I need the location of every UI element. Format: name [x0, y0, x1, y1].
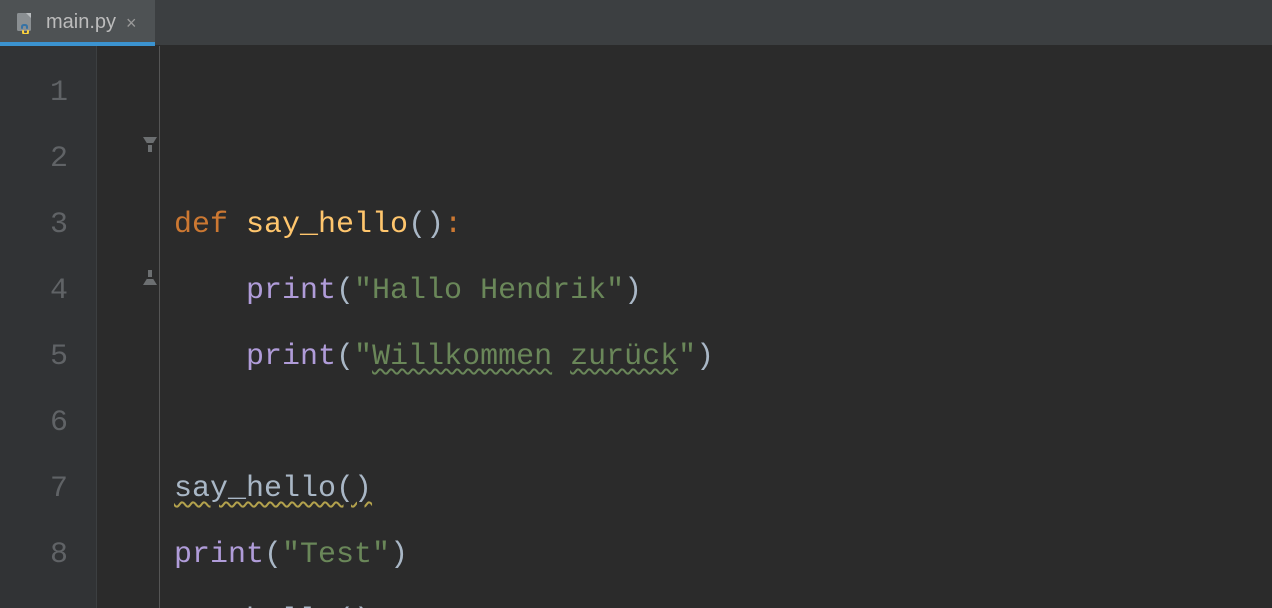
line-number-gutter: 1 2 3 4 5 6 7 8 9	[0, 46, 96, 608]
line-number: 1	[0, 60, 96, 126]
fold-end-icon[interactable]	[139, 266, 161, 288]
tab-main-py[interactable]: main.py ×	[0, 0, 155, 45]
line-number: 3	[0, 192, 96, 258]
code-editor[interactable]: 1 2 3 4 5 6 7 8 9 def say_hello(): print…	[0, 46, 1272, 608]
tab-bar: main.py ×	[0, 0, 1272, 46]
fold-toggle-icon[interactable]	[139, 134, 161, 156]
line-number: 9	[0, 588, 96, 608]
fold-column	[96, 46, 160, 608]
code-line: def say_hello():	[174, 192, 1272, 258]
code-line: print("Hallo Hendrik")	[174, 258, 1272, 324]
code-line: print("Willkommen zurück")	[174, 324, 1272, 390]
line-number: 8	[0, 522, 96, 588]
line-number: 7	[0, 456, 96, 522]
python-file-icon	[14, 12, 36, 34]
code-line	[174, 126, 1272, 192]
code-line: say_hello()	[174, 588, 1272, 608]
line-number: 5	[0, 324, 96, 390]
line-number: 6	[0, 390, 96, 456]
code-line: print("Test")	[174, 522, 1272, 588]
line-number: 4	[0, 258, 96, 324]
code-line	[174, 390, 1272, 456]
code-line: say_hello()	[174, 456, 1272, 522]
tab-label: main.py	[46, 11, 116, 34]
code-area[interactable]: def say_hello(): print("Hallo Hendrik") …	[160, 46, 1272, 608]
close-icon[interactable]: ×	[126, 14, 137, 32]
line-number: 2	[0, 126, 96, 192]
